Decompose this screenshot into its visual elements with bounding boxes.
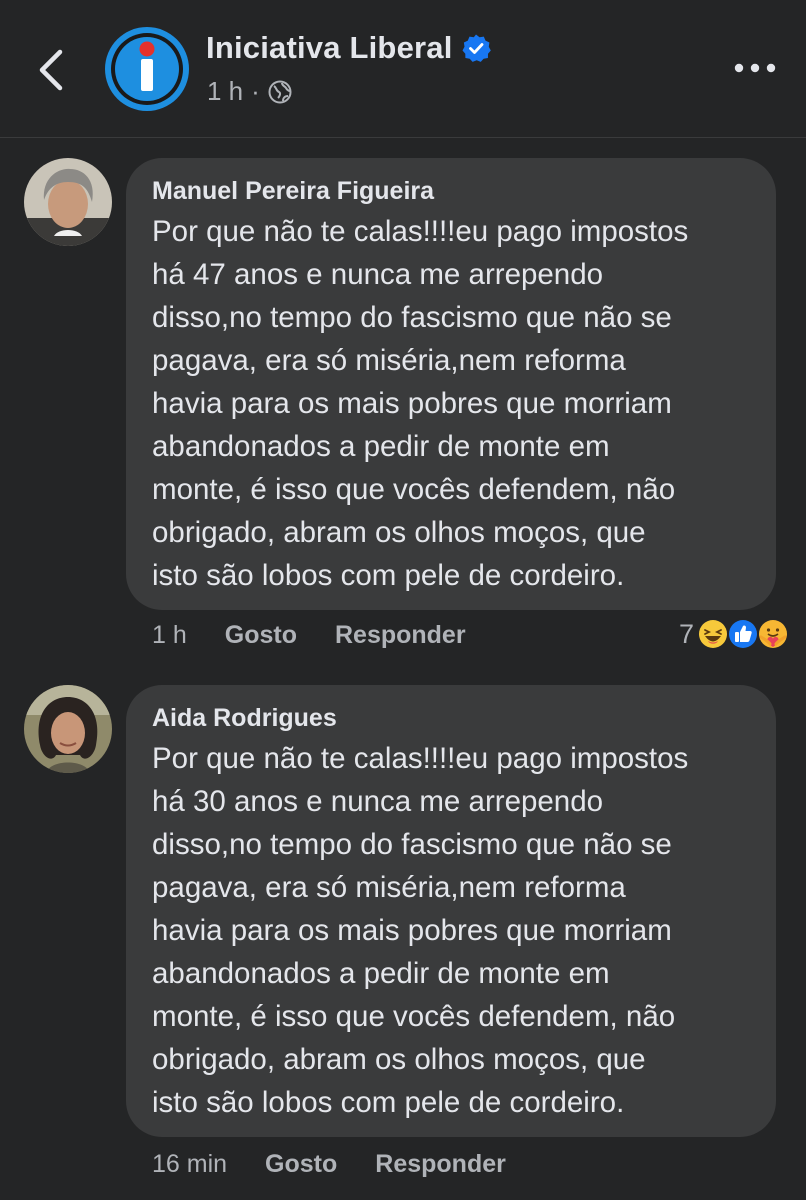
page-avatar[interactable] [105, 27, 189, 111]
avatar[interactable] [24, 685, 112, 773]
care-icon [756, 617, 790, 651]
verified-badge-icon [461, 33, 491, 63]
iniciativa-liberal-logo [105, 27, 189, 111]
user-avatar-manuel [24, 158, 112, 246]
reaction-summary[interactable]: 7 [679, 617, 790, 651]
comment-bubble[interactable]: Manuel Pereira Figueira Por que não te c… [126, 158, 776, 610]
reply-button[interactable]: Responder [375, 1150, 506, 1179]
haha-icon [696, 617, 730, 651]
chevron-left-icon [39, 49, 63, 91]
comment-bubble[interactable]: Aida Rodrigues Por que não te calas!!!!e… [126, 685, 776, 1137]
comment-author[interactable]: Aida Rodrigues [152, 702, 750, 734]
page-name-row: Iniciativa Liberal [206, 30, 491, 66]
post-header: Iniciativa Liberal 1 h · [0, 0, 806, 138]
comment-time: 16 min [152, 1150, 228, 1178]
comment-actions: 1 h Gosto Responder [152, 621, 504, 650]
back-button[interactable] [30, 44, 74, 96]
reply-button[interactable]: Responder [335, 621, 466, 650]
page-name[interactable]: Iniciativa Liberal [206, 30, 453, 66]
comment-time: 1 h [152, 621, 187, 649]
more-options-button[interactable] [732, 58, 778, 78]
like-icon [726, 617, 760, 651]
globe-icon [268, 80, 292, 104]
avatar[interactable] [24, 158, 112, 246]
comment-text: Por que não te calas!!!!eu pago impostos… [152, 742, 689, 1119]
like-button[interactable]: Gosto [225, 621, 297, 650]
reaction-count: 7 [678, 618, 694, 649]
comment-text: Por que não te calas!!!!eu pago impostos… [152, 215, 689, 592]
user-avatar-aida [24, 685, 112, 773]
post-meta: 1 h · [207, 76, 292, 107]
comments-screen: Iniciativa Liberal 1 h · Manuel Pereira … [0, 0, 806, 1200]
comment-author[interactable]: Manuel Pereira Figueira [152, 175, 750, 207]
comment-actions: 16 min Gosto Responder [152, 1150, 544, 1179]
more-horizontal-icon [734, 63, 776, 73]
like-button[interactable]: Gosto [265, 1150, 337, 1179]
meta-separator: · [251, 76, 260, 106]
post-time: 1 h [207, 76, 244, 106]
